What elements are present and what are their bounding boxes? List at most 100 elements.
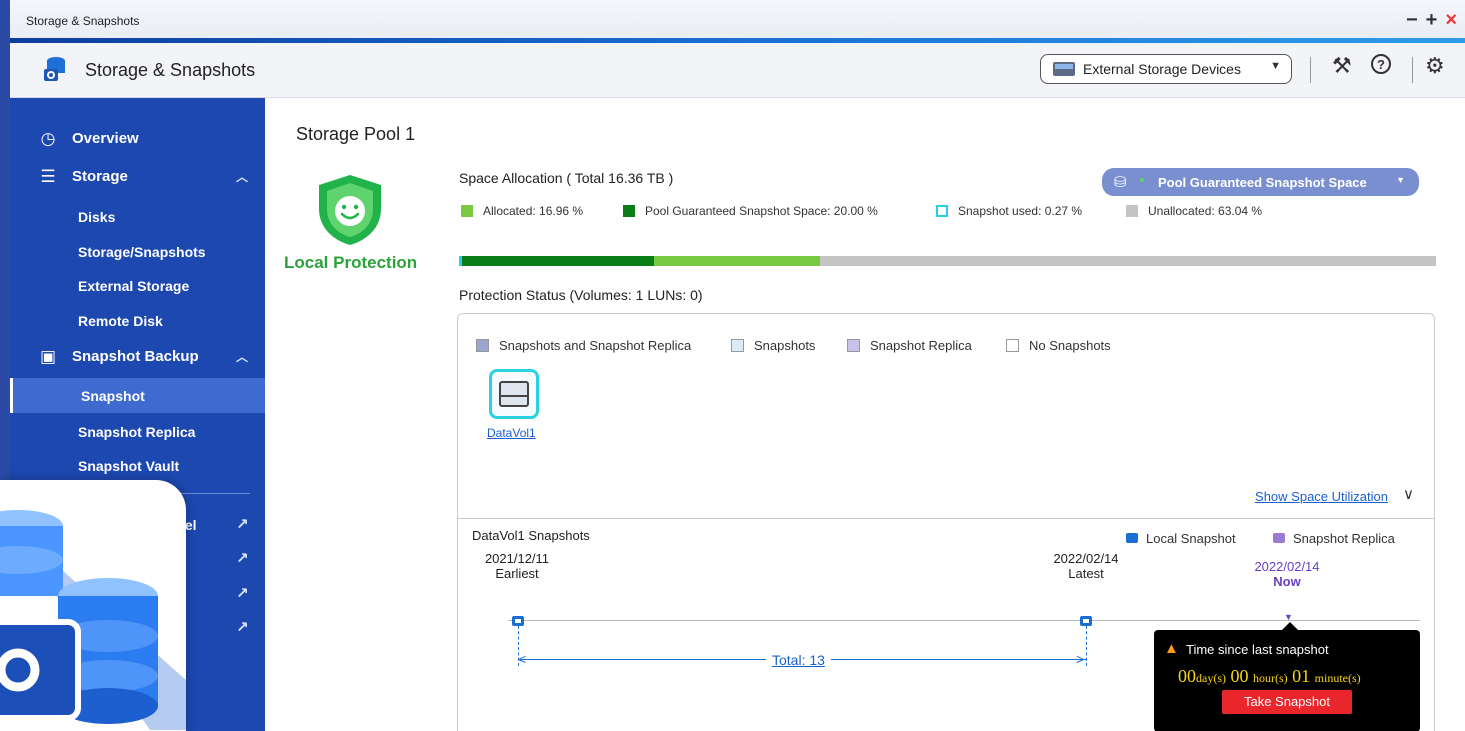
legend-swatch <box>623 205 635 217</box>
sidebar-item-snapshot[interactable]: Snapshot <box>10 378 265 413</box>
header-divider <box>1412 57 1413 83</box>
database-icon: ⛁ <box>1114 174 1127 191</box>
window-title: Storage & Snapshots <box>26 14 140 28</box>
bar-allocated <box>654 256 821 266</box>
total-snapshots-link[interactable]: Total: 13 <box>766 652 831 668</box>
sidebar-item-label: Snapshot <box>81 388 145 404</box>
snapshot-replica-icon <box>1273 533 1285 543</box>
sidebar-item-snapshot-vault[interactable]: Snapshot Vault <box>10 448 265 483</box>
chevron-down-icon: ▼ <box>1396 175 1405 185</box>
sidebar-item-label: Disks <box>78 209 116 225</box>
header-divider <box>1310 57 1311 83</box>
protection-status-panel: Snapshots and Snapshot Replica Snapshots… <box>457 313 1435 731</box>
app-header: Storage & Snapshots External Storage Dev… <box>10 43 1465 98</box>
status-dot-icon: ● <box>1139 175 1146 186</box>
pool-snapshot-space-label: Pool Guaranteed Snapshot Space <box>1158 175 1367 190</box>
arrow-left-icon: < <box>518 651 527 667</box>
window-titlebar: Storage & Snapshots −+× <box>10 0 1465 38</box>
warning-icon: ▲ <box>1164 640 1179 657</box>
storage-snapshot-logo-icon <box>0 510 186 730</box>
sidebar-item-storage-snapshots[interactable]: Storage/Snapshots <box>10 234 265 269</box>
chevron-down-icon: ▼ <box>1270 60 1281 72</box>
sidebar-item-snapshot-replica[interactable]: Snapshot Replica <box>10 414 265 449</box>
volume-link[interactable]: DataVol1 <box>487 426 536 440</box>
legend-snapshots: Snapshots <box>731 338 815 353</box>
latest-snapshot-marker[interactable] <box>1080 616 1092 626</box>
show-space-utilization-link[interactable]: Show Space Utilization <box>1255 489 1388 504</box>
main-panel: Storage Pool 1 Local Protection Space Al… <box>265 98 1465 731</box>
volume-icon[interactable] <box>489 369 539 419</box>
legend-allocated: Allocated: 16.96 % <box>461 204 583 218</box>
chevron-down-icon[interactable]: ∨ <box>1403 485 1414 503</box>
legend-swatch <box>936 205 948 217</box>
protection-status-title: Protection Status (Volumes: 1 LUNs: 0) <box>459 287 703 303</box>
external-link-icon: ↗ <box>236 619 249 636</box>
legend-local-snapshot: Local Snapshot <box>1126 531 1236 546</box>
tooltip-title: Time since last snapshot <box>1186 642 1329 657</box>
protection-label: Local Protection <box>284 253 418 272</box>
legend-no-snapshots: No Snapshots <box>1006 338 1111 353</box>
dashboard-icon: ◷ <box>40 129 56 148</box>
legend-snapshot-replica-type: Snapshot Replica <box>1273 531 1395 546</box>
maximize-button[interactable]: + <box>1426 9 1446 31</box>
legend-swatch <box>731 339 744 352</box>
legend-guaranteed: Pool Guaranteed Snapshot Space: 20.00 % <box>623 204 878 218</box>
sidebar-item-snapshot-backup[interactable]: ▣ Snapshot Backup ︿ <box>10 339 265 375</box>
shield-icon <box>319 175 381 245</box>
external-drive-icon <box>1053 62 1075 76</box>
sidebar-item-storage[interactable]: ☰ Storage ︿ <box>10 159 265 195</box>
close-button[interactable]: × <box>1445 9 1465 31</box>
space-allocation-bar <box>459 256 1436 266</box>
gear-icon[interactable]: ⚙ <box>1425 53 1445 79</box>
sidebar-item-external-storage[interactable]: External Storage <box>10 268 265 303</box>
external-link-icon: ↗ <box>236 516 249 533</box>
local-snapshot-icon <box>1126 533 1138 543</box>
now-marker-icon: ▼ <box>1284 612 1293 622</box>
sidebar-item-overview[interactable]: ◷ Overview <box>10 121 265 157</box>
bar-guaranteed <box>462 256 655 266</box>
external-link-icon: ↗ <box>236 585 249 602</box>
timeline-dash <box>1086 626 1087 666</box>
database-icon: ☰ <box>40 167 56 186</box>
legend-snapshot-used: Snapshot used: 0.27 % <box>936 204 1082 218</box>
sidebar-item-label: Snapshot Replica <box>78 424 196 440</box>
sidebar-item-label: Storage/Snapshots <box>78 244 206 260</box>
earliest-snapshot-marker[interactable] <box>512 616 524 626</box>
legend-swatch <box>1126 205 1138 217</box>
svg-text:?: ? <box>1377 57 1385 72</box>
legend-unallocated: Unallocated: 63.04 % <box>1126 204 1262 218</box>
now-date: 2022/02/14 Now <box>1254 559 1320 589</box>
arrow-right-icon: > <box>1076 651 1085 667</box>
legend-swatch <box>461 205 473 217</box>
sidebar-item-label: Snapshot Vault <box>78 458 180 474</box>
legend-snapshots-and-replica: Snapshots and Snapshot Replica <box>476 338 691 353</box>
page-title: Storage Pool 1 <box>296 124 416 144</box>
space-allocation-title: Space Allocation ( Total 16.36 TB ) <box>459 170 674 186</box>
legend-snapshot-replica: Snapshot Replica <box>847 338 972 353</box>
sidebar-item-remote-disk[interactable]: Remote Disk <box>10 303 265 338</box>
external-link-icon: ↗ <box>236 550 249 567</box>
sidebar-item-disks[interactable]: Disks <box>10 199 265 234</box>
sidebar-item-label: External Storage <box>78 278 190 294</box>
help-icon[interactable]: ? <box>1370 53 1392 81</box>
panel-divider <box>458 518 1434 519</box>
latest-date: 2022/02/14 Latest <box>1053 551 1119 581</box>
snapshot-icon: ▣ <box>39 347 57 366</box>
tools-icon[interactable]: ⚒ <box>1332 53 1352 79</box>
take-snapshot-button[interactable]: Take Snapshot <box>1222 690 1352 714</box>
chevron-up-icon: ︿ <box>236 170 249 184</box>
chevron-up-icon: ︿ <box>236 350 249 364</box>
hdd-icon <box>499 381 529 407</box>
window-controls: −+× <box>1406 9 1465 32</box>
sidebar-item-label: Overview <box>72 130 139 147</box>
storage-logo-overlay <box>0 480 186 731</box>
sidebar-item-label: Remote Disk <box>78 313 163 329</box>
minimize-button[interactable]: − <box>1406 9 1426 31</box>
legend-swatch <box>1006 339 1019 352</box>
last-snapshot-tooltip: ▲ Time since last snapshot 00day(s) 00 h… <box>1154 622 1420 731</box>
pool-snapshot-space-button[interactable]: ⛁ ● Pool Guaranteed Snapshot Space ▼ <box>1102 168 1419 196</box>
external-storage-label: External Storage Devices <box>1083 61 1241 77</box>
sidebar-item-label: Storage <box>72 168 128 185</box>
external-storage-dropdown[interactable]: External Storage Devices ▼ <box>1040 54 1292 84</box>
legend-swatch <box>476 339 489 352</box>
